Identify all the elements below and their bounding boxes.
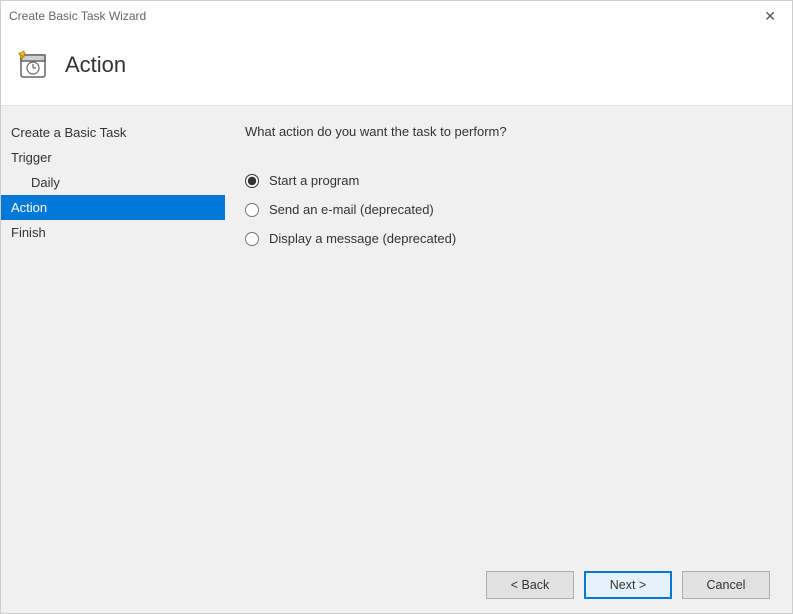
sidebar: Create a Basic Task Trigger Daily Action… [1,106,225,557]
action-prompt: What action do you want the task to perf… [245,124,772,139]
radio-start-program[interactable]: Start a program [245,173,772,188]
clock-task-icon [17,49,49,81]
radio-start-program-label: Start a program [269,173,359,188]
back-button[interactable]: < Back [486,571,574,599]
sidebar-item-action[interactable]: Action [1,195,225,220]
radio-send-email-input[interactable] [245,203,259,217]
radio-send-email-label: Send an e-mail (deprecated) [269,202,434,217]
radio-display-message[interactable]: Display a message (deprecated) [245,231,772,246]
sidebar-item-daily[interactable]: Daily [1,170,225,195]
window-title: Create Basic Task Wizard [9,9,146,23]
wizard-body: Create a Basic Task Trigger Daily Action… [1,105,792,557]
wizard-window: Create Basic Task Wizard ✕ Action Create… [0,0,793,614]
wizard-footer: < Back Next > Cancel [1,557,792,613]
close-icon[interactable]: ✕ [756,8,784,25]
titlebar: Create Basic Task Wizard ✕ [1,1,792,31]
sidebar-item-finish[interactable]: Finish [1,220,225,245]
wizard-header: Action [1,31,792,105]
next-button[interactable]: Next > [584,571,672,599]
page-title: Action [65,52,126,78]
radio-display-message-label: Display a message (deprecated) [269,231,456,246]
radio-send-email[interactable]: Send an e-mail (deprecated) [245,202,772,217]
content-pane: What action do you want the task to perf… [225,106,792,557]
sidebar-item-create-basic-task[interactable]: Create a Basic Task [1,120,225,145]
radio-display-message-input[interactable] [245,232,259,246]
radio-start-program-input[interactable] [245,174,259,188]
cancel-button[interactable]: Cancel [682,571,770,599]
sidebar-item-trigger[interactable]: Trigger [1,145,225,170]
